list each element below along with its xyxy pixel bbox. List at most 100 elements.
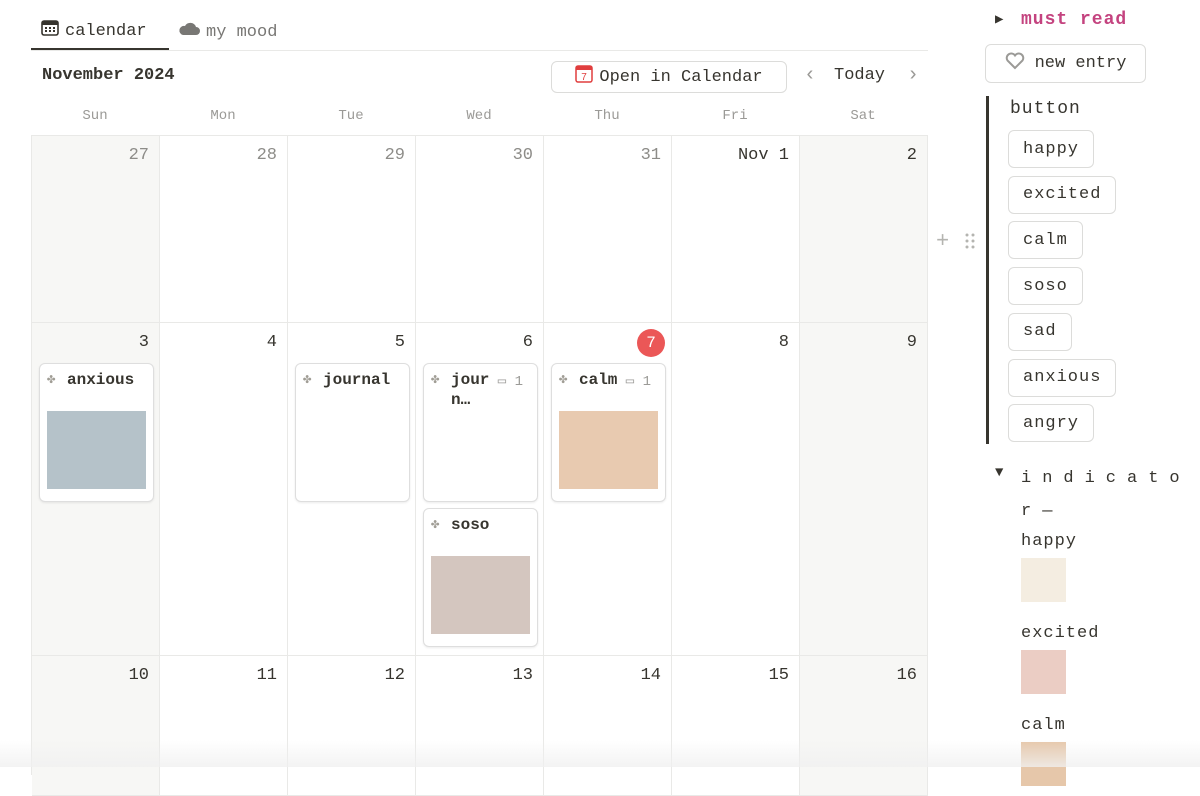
today-marker: 7 bbox=[637, 329, 665, 357]
weekday-header: Sat bbox=[850, 108, 876, 124]
prev-month-button[interactable]: ‹ bbox=[804, 64, 816, 87]
day-cell[interactable]: 29 bbox=[288, 136, 416, 323]
indicator-heading: indicator— bbox=[1021, 469, 1191, 521]
day-cell[interactable]: 16 bbox=[800, 656, 928, 796]
quote-bar bbox=[986, 96, 989, 444]
clover-icon: ✤ bbox=[431, 517, 440, 533]
toggle-triangle-icon[interactable]: ▶ bbox=[995, 11, 1003, 28]
indicator-swatch bbox=[1021, 650, 1066, 694]
day-number: 6 bbox=[522, 333, 533, 352]
day-number: 13 bbox=[512, 666, 533, 685]
entry-title: ✤ journal bbox=[303, 370, 403, 390]
day-number: 29 bbox=[384, 146, 405, 165]
tab-calendar[interactable]: calendar bbox=[31, 14, 169, 50]
clover-icon: ✤ bbox=[303, 372, 312, 388]
day-number: 9 bbox=[906, 333, 917, 352]
toggle-triangle-open-icon[interactable]: ▼ bbox=[995, 465, 1003, 481]
mood-color-swatch bbox=[47, 411, 146, 489]
day-number: 8 bbox=[778, 333, 789, 352]
drag-handle-icon[interactable] bbox=[964, 232, 976, 255]
day-cell[interactable]: 15 bbox=[672, 656, 800, 796]
day-cell[interactable]: 12 bbox=[288, 656, 416, 796]
mood-color-swatch bbox=[431, 556, 530, 634]
mood-button-sad[interactable]: sad bbox=[1008, 312, 1072, 351]
day-number: 16 bbox=[896, 666, 917, 685]
mood-button-excited[interactable]: excited bbox=[1008, 175, 1117, 214]
cloud-icon bbox=[178, 22, 200, 42]
day-cell[interactable]: 8 bbox=[672, 323, 800, 656]
day-cell[interactable]: 27 bbox=[32, 136, 160, 323]
indicator-swatch bbox=[1021, 558, 1066, 602]
day-cell[interactable]: 2 bbox=[800, 136, 928, 323]
day-number: Nov 1 bbox=[737, 146, 789, 165]
entry-title-text: soso bbox=[451, 516, 490, 534]
day-number: 3 bbox=[138, 333, 149, 352]
mood-button-angry[interactable]: angry bbox=[1008, 404, 1095, 443]
weekday-header: Wed bbox=[466, 108, 492, 124]
entry-title: ✤ anxious bbox=[47, 370, 147, 390]
day-cell[interactable]: 30 bbox=[416, 136, 544, 323]
clover-icon: ✤ bbox=[47, 372, 56, 388]
day-cell[interactable]: 31 bbox=[544, 136, 672, 323]
month-title: November 2024 bbox=[42, 66, 175, 85]
day-cell[interactable]: Nov 1 bbox=[672, 136, 800, 323]
add-block-icon[interactable]: + bbox=[936, 229, 949, 254]
entry-title: ✤ journ… bbox=[431, 370, 497, 410]
mood-button-calm[interactable]: calm bbox=[1008, 221, 1083, 260]
day-number: 31 bbox=[640, 146, 661, 165]
mood-button-anxious[interactable]: anxious bbox=[1008, 358, 1117, 397]
mood-button-soso[interactable]: soso bbox=[1008, 267, 1083, 306]
day-number: 14 bbox=[640, 666, 661, 685]
day-cell[interactable]: 11 bbox=[160, 656, 288, 796]
entry-title-text: journal bbox=[323, 371, 391, 389]
comment-count: ▭ 1 bbox=[626, 373, 651, 390]
weekday-header: Thu bbox=[594, 108, 620, 124]
comment-number: 1 bbox=[514, 374, 523, 390]
must-read-toggle[interactable]: must read bbox=[1021, 10, 1127, 30]
tab-label: calendar bbox=[65, 21, 147, 41]
entry-title-text: journ… bbox=[451, 371, 490, 409]
heart-icon bbox=[1005, 52, 1025, 76]
weekday-header: Tue bbox=[338, 108, 364, 124]
entry-card[interactable]: ✤ journ… ▭ 1 bbox=[423, 363, 538, 502]
weekday-header: Mon bbox=[210, 108, 236, 124]
entry-title-text: anxious bbox=[67, 371, 135, 389]
day-cell[interactable]: 14 bbox=[544, 656, 672, 796]
calendar-app-icon: 7 bbox=[575, 65, 594, 89]
entry-card[interactable]: ✤ anxious bbox=[39, 363, 154, 502]
calendar-icon bbox=[41, 20, 59, 42]
day-number: 27 bbox=[128, 146, 149, 165]
next-month-button[interactable]: › bbox=[907, 64, 919, 87]
new-entry-label: new entry bbox=[1034, 54, 1127, 73]
indicator-label: happy bbox=[1021, 532, 1078, 551]
today-button[interactable]: Today bbox=[834, 66, 885, 85]
entry-card[interactable]: ✤ calm ▭ 1 bbox=[551, 363, 666, 502]
svg-text:7: 7 bbox=[582, 72, 588, 83]
comment-number: 1 bbox=[642, 374, 651, 390]
day-number: 11 bbox=[256, 666, 277, 685]
open-in-calendar-button[interactable]: 7 Open in Calendar bbox=[551, 61, 787, 93]
new-entry-button[interactable]: new entry bbox=[985, 44, 1146, 83]
day-number: 28 bbox=[256, 146, 277, 165]
day-number: 4 bbox=[266, 333, 277, 352]
day-number: 2 bbox=[906, 146, 917, 165]
entry-card[interactable]: ✤ soso bbox=[423, 508, 538, 647]
tab-my-mood[interactable]: my mood bbox=[178, 14, 277, 50]
day-cell[interactable]: 10 bbox=[32, 656, 160, 796]
day-cell[interactable]: 4 bbox=[160, 323, 288, 656]
day-cell[interactable]: 28 bbox=[160, 136, 288, 323]
day-number: 10 bbox=[128, 666, 149, 685]
button-heading: button bbox=[1010, 99, 1081, 119]
indicator-label: excited bbox=[1021, 624, 1100, 643]
day-cell[interactable]: 13 bbox=[416, 656, 544, 796]
entry-card[interactable]: ✤ journal bbox=[295, 363, 410, 502]
day-cell[interactable]: 9 bbox=[800, 323, 928, 656]
day-number: 15 bbox=[768, 666, 789, 685]
weekday-header: Fri bbox=[722, 108, 748, 124]
open-label: Open in Calendar bbox=[599, 67, 763, 87]
comment-count: ▭ 1 bbox=[498, 373, 523, 390]
mood-button-happy[interactable]: happy bbox=[1008, 130, 1095, 168]
clover-icon: ✤ bbox=[431, 372, 440, 388]
day-number: 30 bbox=[512, 146, 533, 165]
entry-title: ✤ soso bbox=[431, 515, 531, 535]
